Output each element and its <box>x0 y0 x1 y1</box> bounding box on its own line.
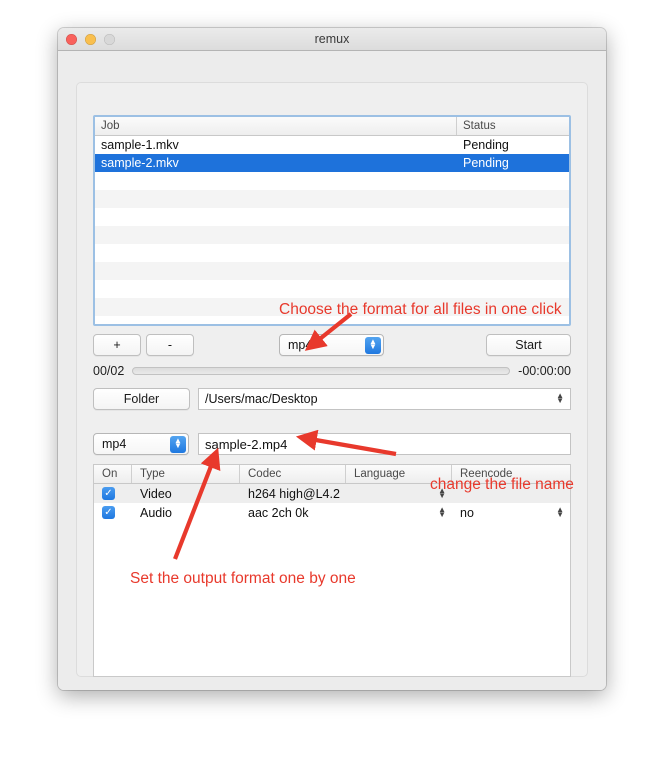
progress-count: 00/02 <box>93 364 125 378</box>
annotation-choose-format: Choose the format for all files in one c… <box>279 301 562 318</box>
track-codec: aac 2ch 0k <box>248 505 309 520</box>
window-title: remux <box>314 32 350 46</box>
job-row-empty <box>95 244 569 262</box>
progress-bar <box>132 367 511 375</box>
type-column-header: Type <box>132 465 240 483</box>
title-bar: remux <box>58 28 606 51</box>
progress-row: 00/02 -00:00:00 <box>93 363 571 379</box>
output-filename-value: sample-2.mp4 <box>205 436 288 452</box>
track-row-audio[interactable]: ✓ Audio aac 2ch 0k ▲ ▼ no ▲ ▼ <box>94 503 570 522</box>
batch-controls-row: + - mp4 ▲ ▼ Start <box>93 334 571 356</box>
checkbox-checked-icon[interactable]: ✓ <box>102 506 115 519</box>
status-column-header: Status <box>463 120 496 132</box>
folder-path-field[interactable]: /Users/mac/Desktop ▲ ▼ <box>198 388 571 410</box>
start-button[interactable]: Start <box>486 334 571 356</box>
track-type: Video <box>140 486 172 501</box>
job-row-empty <box>95 226 569 244</box>
chevron-updown-icon: ▲ ▼ <box>170 435 186 453</box>
track-reencode-value: no <box>460 505 474 520</box>
global-format-popup[interactable]: mp4 ▲ ▼ <box>279 334 384 356</box>
job-status: Pending <box>463 156 509 170</box>
time-remaining: -00:00:00 <box>518 364 571 378</box>
checkbox-checked-icon[interactable]: ✓ <box>102 487 115 500</box>
annotation-change-filename: change the file name <box>430 476 574 493</box>
job-list-header: Job Status <box>95 117 569 136</box>
job-row-1[interactable]: sample-1.mkv Pending <box>95 136 569 154</box>
codec-column-header: Codec <box>240 465 346 483</box>
window-body: Single Batch processing Job Status sampl… <box>58 51 606 690</box>
job-row-empty <box>95 190 569 208</box>
folder-button[interactable]: Folder <box>93 388 190 410</box>
track-codec: h264 high@L4.2 <box>248 486 340 501</box>
app-window: remux Single Batch processing Job Status… <box>58 28 606 690</box>
folder-row: Folder /Users/mac/Desktop ▲ ▼ <box>93 388 571 410</box>
track-reencode-popup[interactable]: no ▲ ▼ <box>452 503 570 522</box>
output-format-value: mp4 <box>102 437 127 451</box>
add-job-button[interactable]: + <box>93 334 141 356</box>
job-name: sample-2.mkv <box>101 156 179 170</box>
chevron-updown-icon[interactable]: ▲ ▼ <box>556 392 564 405</box>
track-enable-cell: ✓ <box>94 503 132 522</box>
job-status: Pending <box>463 138 509 152</box>
remove-job-button[interactable]: - <box>146 334 194 356</box>
job-name: sample-1.mkv <box>101 138 179 152</box>
job-list[interactable]: Job Status sample-1.mkv Pending sample-2… <box>93 115 571 326</box>
job-column-header: Job <box>95 117 457 135</box>
global-format-value: mp4 <box>288 338 313 352</box>
track-type: Audio <box>140 505 172 520</box>
chevron-updown-icon: ▲ ▼ <box>365 336 381 354</box>
job-row-2[interactable]: sample-2.mkv Pending <box>95 154 569 172</box>
output-row: mp4 ▲ ▼ sample-2.mp4 <box>93 433 571 455</box>
chevron-updown-icon[interactable]: ▲ ▼ <box>556 505 564 518</box>
job-row-empty <box>95 172 569 190</box>
track-enable-cell: ✓ <box>94 484 132 503</box>
output-format-popup[interactable]: mp4 ▲ ▼ <box>93 433 189 455</box>
chevron-updown-icon[interactable]: ▲ ▼ <box>438 505 446 518</box>
output-filename-field[interactable]: sample-2.mp4 <box>198 433 571 455</box>
job-row-empty <box>95 262 569 280</box>
job-row-empty <box>95 280 569 298</box>
job-row-empty <box>95 208 569 226</box>
annotation-set-output-format: Set the output format one by one <box>130 570 356 587</box>
on-column-header: On <box>94 465 132 483</box>
folder-path-value: /Users/mac/Desktop <box>205 392 318 406</box>
track-language-popup[interactable]: ▲ ▼ <box>346 503 452 522</box>
